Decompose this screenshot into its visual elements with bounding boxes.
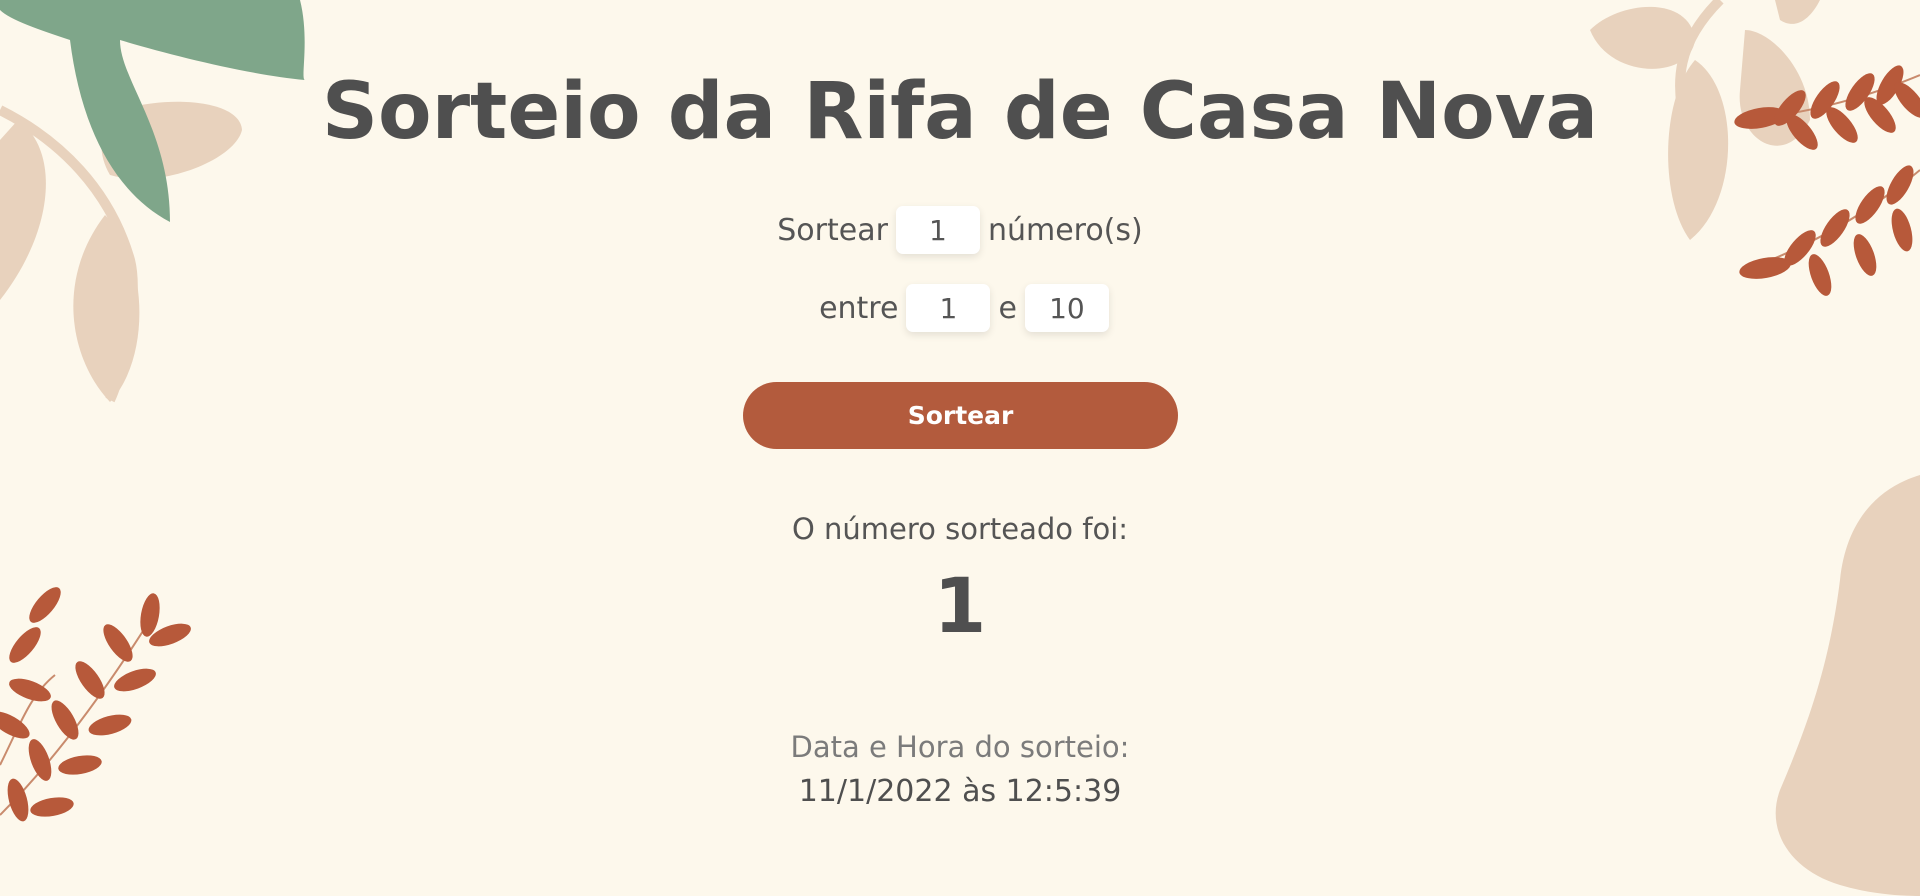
range-min-input[interactable] xyxy=(906,284,991,332)
range-prefix-label: entre xyxy=(819,290,899,326)
range-separator-label: e xyxy=(998,290,1017,326)
quantity-row: Sortear número(s) xyxy=(0,206,1920,254)
quantity-input[interactable] xyxy=(895,206,980,254)
range-row: entre e xyxy=(0,283,1920,333)
result-label: O número sorteado foi: xyxy=(791,512,1129,546)
draw-datetime-label: Data e Hora do sorteio: xyxy=(790,730,1130,764)
page: Sorteio da Rifa de Casa Nova Sortear núm… xyxy=(0,0,1920,896)
range-max-input[interactable] xyxy=(1024,284,1109,332)
result-number: 1 xyxy=(933,561,987,650)
quantity-suffix-label: número(s) xyxy=(987,212,1143,248)
main-content: Sorteio da Rifa de Casa Nova Sortear núm… xyxy=(0,0,1920,896)
draw-datetime-value: 11/1/2022 às 12:5:39 xyxy=(798,774,1122,809)
quantity-prefix-label: Sortear xyxy=(777,212,888,248)
draw-button[interactable]: Sortear xyxy=(743,382,1178,449)
page-title: Sorteio da Rifa de Casa Nova xyxy=(321,67,1599,157)
